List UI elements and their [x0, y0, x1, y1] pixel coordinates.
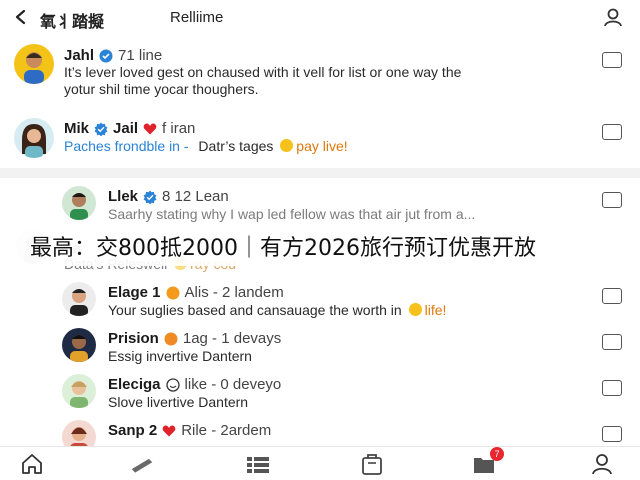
- post-text-line-1: Slove livertive Dantern: [108, 394, 249, 410]
- reply-button[interactable]: [602, 192, 622, 208]
- reply-button[interactable]: [602, 288, 622, 304]
- bag-icon: [362, 454, 382, 475]
- post-item[interactable]: Jahl 71 line It’s lever loved gest on ch…: [0, 36, 640, 108]
- reply-item[interactable]: Llek 8 12 Lean Saarhy stating why I wap …: [0, 178, 640, 224]
- list-icon: [247, 457, 269, 473]
- home-icon: [22, 454, 42, 474]
- post-link-text[interactable]: Paches frondble in -: [64, 138, 189, 154]
- author-name[interactable]: Prision: [108, 330, 159, 347]
- tab-bag[interactable]: [360, 453, 384, 475]
- pencil-icon: [131, 458, 153, 473]
- tab-profile[interactable]: [590, 453, 614, 475]
- heart-icon[interactable]: [143, 122, 157, 136]
- post-text: Datr’s tages: [198, 138, 274, 154]
- top-bar: 氧丬踏擬 Relliime: [0, 0, 640, 36]
- post-text: Your suglies based and cansauage the wor…: [108, 302, 402, 318]
- avatar[interactable]: [62, 374, 96, 408]
- post-meta: Rile - 2ardem: [181, 422, 272, 439]
- back-button[interactable]: [10, 6, 32, 28]
- heart-icon[interactable]: [162, 424, 176, 438]
- page-subtitle: Relliime: [170, 9, 224, 26]
- post-meta: Alis - 2 landem: [184, 284, 284, 301]
- reply-button[interactable]: [602, 52, 622, 68]
- user-profile-button[interactable]: [602, 6, 624, 28]
- post-text-line-1: Essig invertive Dantern: [108, 348, 252, 364]
- post-text-line-1: Paches frondble in - Datr’s tages pay li…: [64, 138, 348, 155]
- post-meta: 1ag - 1 devays: [182, 330, 282, 347]
- tab-home[interactable]: [20, 453, 44, 475]
- verified-badge-icon: [94, 122, 108, 136]
- author-name[interactable]: Llek: [108, 188, 138, 205]
- post-text-line-2: yotur shil time yocar thoughers.: [64, 81, 259, 97]
- bottom-tab-bar: 7: [0, 446, 640, 480]
- author-name[interactable]: Jahl: [64, 47, 94, 64]
- author-name-secondary[interactable]: Jail: [113, 120, 138, 137]
- smile-outline-icon: [165, 377, 180, 392]
- post-item[interactable]: Mik Jail f iran Paches frondble in - Dat…: [0, 108, 640, 168]
- post-meta: f iran: [162, 120, 196, 137]
- post-meta: 71 line: [118, 47, 163, 64]
- post-meta: like - 0 deveyo: [184, 376, 282, 393]
- author-name[interactable]: Elage 1: [108, 284, 161, 301]
- post-text-line-1: It’s lever loved gest on chaused with it…: [64, 64, 462, 80]
- post-highlight: pay live!: [296, 138, 348, 154]
- smile-emoji-icon: [408, 303, 422, 316]
- reply-item[interactable]: Elage 1 Alis - 2 landem Your suglies bas…: [0, 274, 640, 320]
- section-divider: [0, 168, 640, 178]
- avatar[interactable]: [62, 420, 96, 446]
- notification-count-badge: 7: [490, 447, 504, 461]
- post-text-line-1: Saarhy stating why I wap led fellow was …: [108, 206, 476, 222]
- author-name[interactable]: Sanp 2: [108, 422, 157, 439]
- reply-button[interactable]: [602, 380, 622, 396]
- avatar[interactable]: [14, 118, 54, 158]
- verified-badge-icon: [143, 190, 157, 204]
- promo-banner-text[interactable]: 最高：交800抵2000｜有方2026旅行预订优惠开放: [30, 230, 536, 262]
- tab-notifications[interactable]: 7: [472, 447, 504, 475]
- fire-badge-icon: [166, 286, 180, 299]
- fire-badge-icon: [164, 332, 178, 345]
- post-meta: 8 12 Lean: [162, 188, 229, 205]
- profile-icon: [592, 454, 612, 475]
- tab-list[interactable]: [246, 453, 270, 475]
- reply-item[interactable]: Prision 1ag - 1 devays Essig invertive D…: [0, 320, 640, 366]
- verified-badge-icon: [99, 49, 113, 62]
- reply-button[interactable]: [602, 334, 622, 350]
- reply-item[interactable]: Eleciga like - 0 deveyo Slove livertive …: [0, 366, 640, 412]
- avatar[interactable]: [62, 186, 96, 220]
- smile-emoji-icon: [280, 139, 294, 152]
- avatar[interactable]: [14, 44, 54, 84]
- avatar[interactable]: [62, 328, 96, 362]
- post-highlight: life!: [424, 302, 447, 318]
- avatar[interactable]: [62, 282, 96, 316]
- tab-compose[interactable]: [130, 453, 154, 475]
- author-name[interactable]: Eleciga: [108, 376, 161, 393]
- post-text-line-1: Your suglies based and cansauage the wor…: [108, 302, 446, 319]
- back-arrow-icon: [15, 9, 26, 25]
- user-profile-icon: [604, 8, 622, 27]
- reply-button[interactable]: [602, 426, 622, 442]
- author-name[interactable]: Mik: [64, 120, 89, 137]
- reply-item[interactable]: Sanp 2 Rile - 2ardem: [0, 412, 640, 446]
- reply-button[interactable]: [602, 124, 622, 140]
- page-title: 氧丬踏擬: [40, 14, 105, 31]
